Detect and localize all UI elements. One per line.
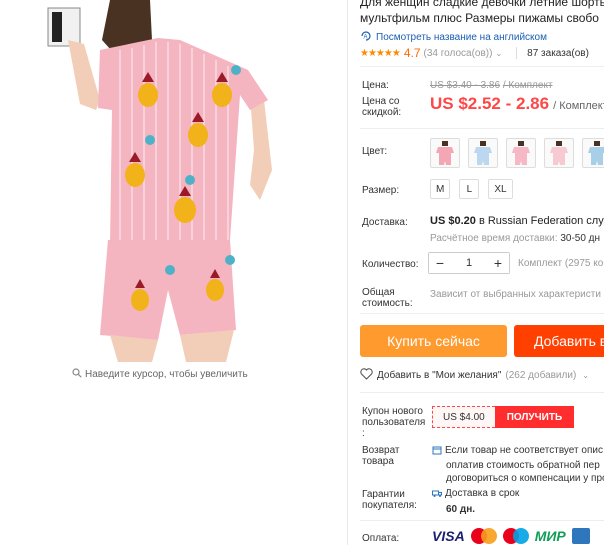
size-option-m[interactable]: M (430, 179, 451, 199)
total-note: Зависит от выбранных характеристи (430, 289, 601, 300)
quantity-label: Количество: (362, 259, 419, 270)
guarantee-days: 60 дн. (446, 504, 476, 515)
zoom-hint-text: Наведите курсор, чтобы увеличить (85, 369, 248, 380)
returns-line3: договориться о компенсации у прод (446, 473, 604, 484)
color-swatch-light-blue[interactable] (468, 138, 498, 168)
return-box-icon (432, 445, 442, 459)
shipping-destination: в Russian Federation служб (478, 215, 604, 227)
quantity-available: Комплект (2975 ко (518, 258, 604, 269)
quantity-input[interactable]: 1 (451, 253, 487, 273)
shipping-price: US $0.20 (430, 215, 476, 227)
coupon-label: Купон нового пользователя : (362, 406, 426, 439)
old-price-unit: / Комплект (502, 80, 553, 91)
old-price: US $3.40 - 3.86 / Комплект (430, 80, 553, 91)
coupon-box: US $4.00 ПОЛУЧИТЬ (432, 406, 575, 428)
magnifier-icon (72, 368, 82, 381)
translate-title-link[interactable]: A Посмотреть название на английском (360, 30, 547, 45)
wishlist-label: Добавить в "Мои желания" (377, 370, 502, 381)
get-coupon-button[interactable]: ПОЛУЧИТЬ (494, 406, 575, 428)
amex-logo-icon (571, 528, 590, 544)
divider (360, 520, 604, 521)
chevron-down-icon[interactable]: ⌄ (495, 49, 502, 58)
color-swatch-pink-stripe[interactable] (506, 138, 536, 168)
rating-separator (516, 47, 518, 59)
votes-count[interactable]: (34 голоса(ов)) (424, 48, 493, 59)
shipping-time-value: 30-50 дн (560, 233, 601, 244)
shipping-info[interactable]: US $0.20 в Russian Federation служб (430, 215, 604, 227)
heart-icon (360, 368, 373, 383)
divider (360, 66, 604, 67)
delivery-truck-icon (432, 488, 442, 503)
returns-line1: Если товар не соответствует опис (445, 445, 603, 456)
rating-value: 4.7 (403, 46, 421, 60)
product-title-line1: Для женщин сладкие девочки летние шорты (360, 0, 604, 9)
color-swatch-blue-stripe[interactable] (582, 138, 604, 168)
guarantee-label: Гарантии покупателя: (362, 489, 417, 511)
guarantee-line1: Доставка в срок (445, 488, 520, 499)
returns-info: Если товар не соответствует опис оплатив… (432, 444, 604, 485)
product-info: Для женщин сладкие девочки летние шорты … (360, 0, 604, 545)
product-gallery: Наведите курсор, чтобы увеличить (0, 0, 346, 545)
buy-now-button[interactable]: Купить сейчас (360, 325, 507, 357)
color-swatches (430, 138, 604, 168)
total-label: Общая стоимость: (362, 287, 413, 309)
mastercard-logo-icon (470, 528, 497, 544)
product-title: Для женщин сладкие девочки летние шорты … (360, 0, 604, 26)
sale-price-unit: / Комплект (553, 100, 604, 112)
wishlist-count: (262 добавили) (505, 370, 577, 381)
price-label: Цена: (362, 80, 389, 91)
rating-stars-icon: ★★★★★ (360, 47, 401, 59)
size-option-l[interactable]: L (459, 179, 480, 199)
shipping-label: Доставка: (362, 217, 408, 228)
payment-methods: VISA МИР (432, 528, 590, 544)
mir-logo-icon: МИР (534, 528, 566, 544)
visa-logo-icon: VISA (432, 528, 465, 544)
add-to-wishlist[interactable]: Добавить в "Мои желания" (262 добавили) … (360, 368, 589, 383)
divider (360, 313, 604, 314)
translate-icon: A (360, 30, 372, 45)
sale-price: US $2.52 - 2.86 (430, 94, 550, 113)
color-swatch-pink-red[interactable] (430, 138, 460, 168)
size-option-xl[interactable]: XL (488, 179, 513, 199)
quantity-stepper: − 1 + (428, 252, 510, 274)
orders-count: 87 заказа(ов) (527, 47, 589, 59)
zoom-hint: Наведите курсор, чтобы увеличить (72, 368, 248, 381)
old-price-value: US $3.40 - 3.86 (430, 80, 501, 91)
returns-label: Возврат товара (362, 445, 400, 467)
chevron-down-icon[interactable]: ⌄ (582, 371, 589, 380)
coupon-value: US $4.00 (432, 406, 495, 428)
color-label: Цвет: (362, 146, 388, 157)
divider (360, 392, 604, 393)
panel-divider (347, 0, 348, 545)
divider (360, 128, 604, 129)
size-label: Размер: (362, 185, 400, 196)
add-to-cart-button[interactable]: Добавить в (514, 325, 604, 357)
rating-row: ★★★★★ 4.7 (34 голоса(ов)) ⌄ 87 заказа(ов… (360, 46, 604, 60)
product-photo[interactable] (40, 0, 280, 362)
size-options: M L XL (430, 179, 513, 199)
color-swatch-pink-white[interactable] (544, 138, 574, 168)
payment-label: Оплата: (362, 533, 400, 544)
svg-text:A: A (364, 35, 368, 41)
shipping-time-label: Расчётное время доставки: (430, 233, 558, 244)
returns-line2: оплатив стоимость обратной пер (446, 460, 600, 471)
product-title-line2: мультфильм плюс Размеры пижамы свобо (360, 11, 599, 25)
sale-price-row: US $2.52 - 2.86 / Комплект (430, 94, 604, 114)
guarantee-info: Доставка в срок 60 дн. (432, 487, 519, 517)
sale-price-label: Цена со скидкой: (362, 96, 402, 118)
quantity-decrease-button[interactable]: − (429, 253, 451, 273)
translate-link-text: Посмотреть название на английском (376, 32, 547, 43)
quantity-increase-button[interactable]: + (487, 253, 509, 273)
maestro-logo-icon (502, 528, 529, 544)
shipping-time: Расчётное время доставки: 30-50 дн (430, 233, 600, 244)
